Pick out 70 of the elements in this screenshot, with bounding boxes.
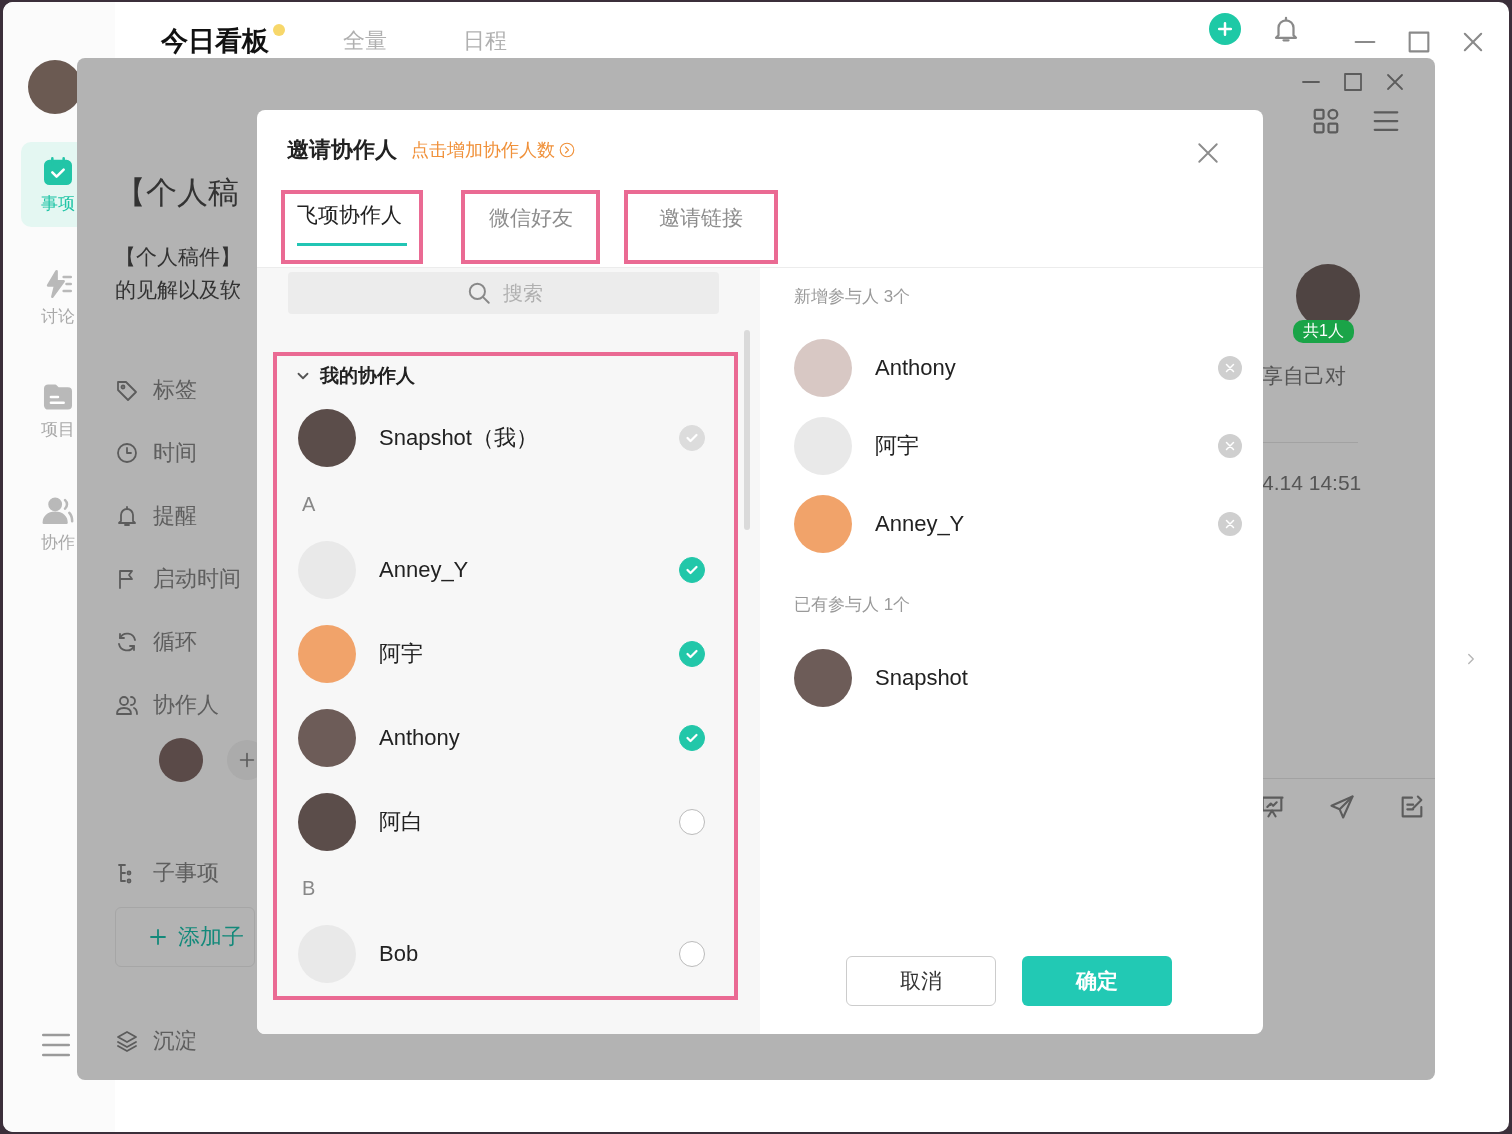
calendar-check-icon [41,154,75,188]
section-label: 新增参与人 3个 [794,286,912,305]
contact-name: 阿白 [379,808,423,836]
timestamp: 4.14 14:51 [1262,471,1362,495]
confirm-button[interactable]: 确定 [1022,956,1172,1006]
search-icon [466,280,492,306]
view-tab[interactable]: 日程 [463,26,507,56]
view-tab[interactable]: 今日看板 [161,23,269,59]
status-dot-icon [273,24,285,36]
create-button[interactable] [1209,13,1241,45]
avatar [794,495,852,553]
contact-name: Snapshot（我） [379,424,538,452]
select-checkbox[interactable] [679,557,705,583]
field-label: 提醒 [153,501,197,530]
task-title: 【个人稿 [115,174,239,212]
participant-count-badge: 共1人 [1293,320,1354,343]
participant-name: Anney_Y [875,511,965,537]
index-letter: A [301,491,317,517]
maximize-icon[interactable] [1341,70,1365,94]
nav-item[interactable]: 项目 [21,368,95,453]
participant-name: Anthony [875,355,956,381]
dialog-title: 邀请协作人 [287,136,397,164]
avatar [298,409,356,467]
avatar [298,793,356,851]
contact-name: Anthony [379,725,460,751]
plus-icon [1215,19,1235,39]
add-subtask-button[interactable]: 添加子 [115,907,255,967]
scrollbar-thumb[interactable] [744,330,750,530]
contact-name: Anney_Y [379,557,469,583]
field-label: 协作人 [153,690,219,719]
invite-tab[interactable]: 邀请链接 [624,190,778,264]
nav-item[interactable]: 协作 [21,481,95,566]
select-checkbox[interactable] [679,641,705,667]
view-tab[interactable]: 全量 [343,26,387,56]
send-icon[interactable] [1328,793,1356,821]
section-label: 已有参与人 1个 [794,594,912,613]
contact-name: Bob [379,941,419,967]
contact-name: 阿宇 [379,640,423,668]
close-icon [1224,518,1236,530]
group-header[interactable]: 我的协作人 [294,356,705,396]
task-description: 【个人稿件】 的见解以及软 [115,244,241,303]
avatar [298,709,356,767]
avatar [159,738,203,782]
field-label: 循环 [153,627,197,656]
close-icon [1224,362,1236,374]
cancel-button[interactable]: 取消 [846,956,996,1006]
bell-icon [115,503,139,528]
comment-text: 享自己对 [1262,363,1346,389]
avatar [298,625,356,683]
field-label: 启动时间 [153,564,241,593]
invite-tab[interactable]: 飞项协作人 [281,190,423,264]
avatar [794,649,852,707]
invite-tab[interactable]: 微信好友 [461,190,600,264]
grid-icon[interactable] [1311,106,1341,136]
field-label: 标签 [153,375,197,404]
index-letter: B [301,875,317,901]
select-checkbox[interactable] [679,941,705,967]
participant-name: 阿宇 [875,432,919,460]
close-icon [1224,440,1236,452]
participant-name: Snapshot [875,665,968,691]
field-label: 沉淀 [153,1026,197,1055]
field-label: 子事项 [153,858,219,887]
layers-icon [115,1028,139,1053]
upgrade-link[interactable]: 点击增加协作人数 [411,138,576,162]
select-checkbox[interactable] [679,725,705,751]
nav-item[interactable]: 讨论 [21,255,95,340]
clock-icon [115,440,139,465]
select-checkbox[interactable] [679,809,705,835]
search-field[interactable]: 搜索 [288,272,719,314]
field-label: 时间 [153,438,197,467]
